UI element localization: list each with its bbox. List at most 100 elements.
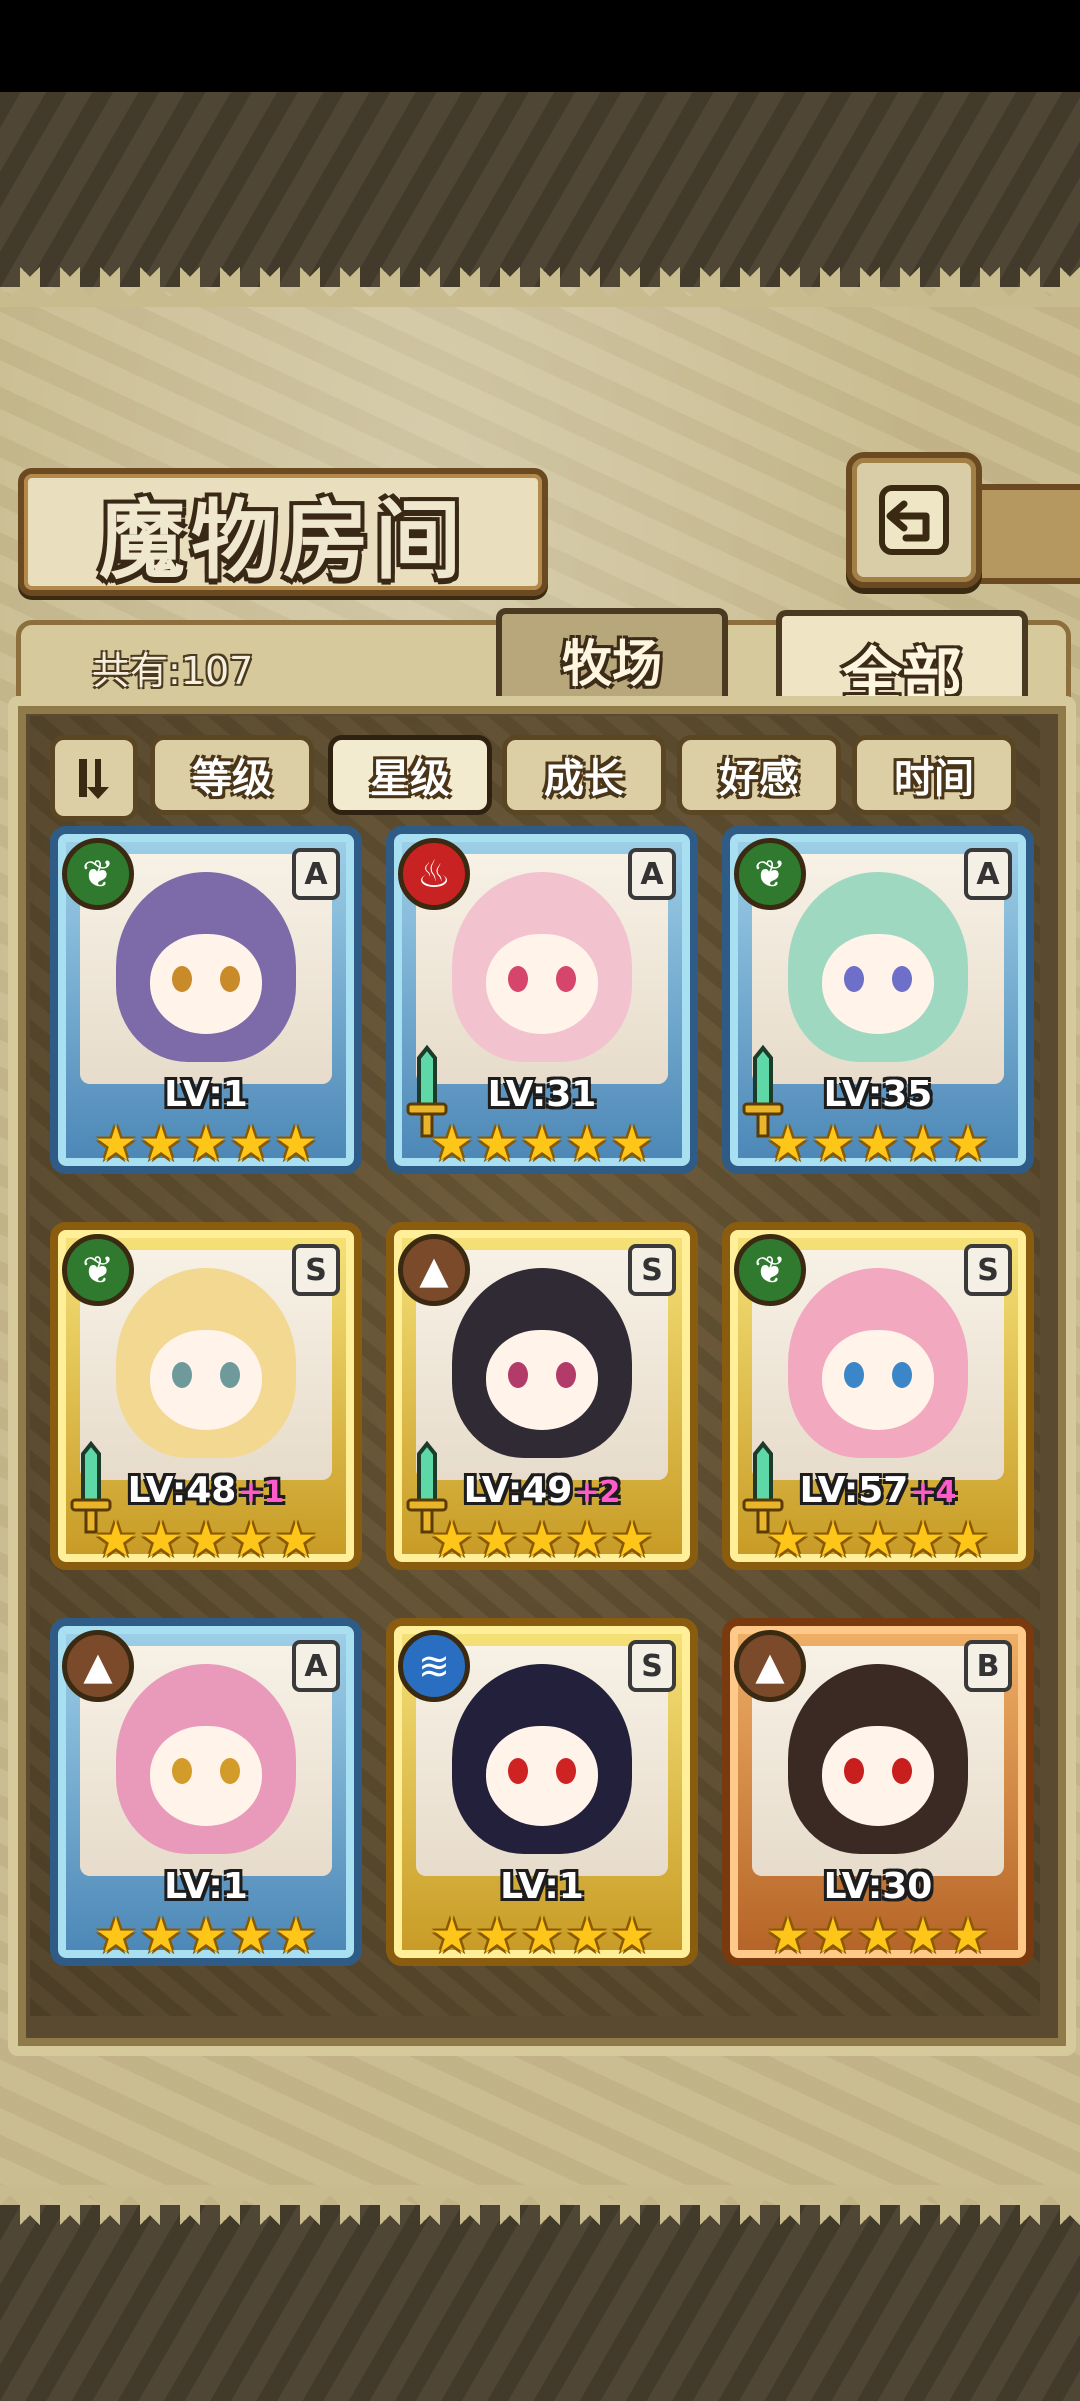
monster-eye — [220, 1758, 240, 1784]
star-rating: ★ ★ ★ ★ ★ — [430, 1512, 654, 1568]
star-rating: ★ ★ ★ ★ ★ — [430, 1116, 654, 1172]
level-label: LV:49+2 — [394, 1470, 690, 1511]
grass-element-icon: ❦ — [734, 838, 806, 910]
star-icon: ★ — [430, 1512, 474, 1568]
star-icon: ★ — [856, 1908, 900, 1964]
earth-element-icon: ▲ — [62, 1630, 134, 1702]
star-icon: ★ — [565, 1116, 609, 1172]
star-icon: ★ — [94, 1116, 138, 1172]
monster-card[interactable]: ♨ A LV:31 ★ ★ ★ ★ ★ — [386, 826, 698, 1174]
star-rating: ★ ★ ★ ★ ★ — [766, 1116, 990, 1172]
monster-face — [150, 1726, 262, 1826]
star-icon: ★ — [946, 1512, 990, 1568]
monster-face — [822, 1726, 934, 1826]
sort-affection-label: 好感 — [719, 755, 799, 802]
monster-eye — [892, 1758, 912, 1784]
level-value: LV:35 — [823, 1074, 933, 1115]
sort-level-button[interactable]: 等级 — [150, 735, 314, 815]
monster-card[interactable]: ❦ S LV:57+4 ★ ★ ★ ★ ★ — [722, 1222, 1034, 1570]
monster-eye — [220, 966, 240, 992]
level-label: LV:1 — [58, 1866, 354, 1907]
fire-element-icon: ♨ — [398, 838, 470, 910]
monster-face — [150, 934, 262, 1034]
back-button[interactable] — [846, 452, 982, 588]
monster-eye — [556, 1758, 576, 1784]
star-icon: ★ — [229, 1116, 273, 1172]
star-icon: ★ — [610, 1512, 654, 1568]
level-value: LV:49 — [463, 1470, 573, 1511]
monster-face — [486, 1726, 598, 1826]
sort-growth-label: 成长 — [544, 755, 624, 802]
level-value: LV:57 — [799, 1470, 909, 1511]
water-element-icon: ≋ — [398, 1630, 470, 1702]
sort-affection-button[interactable]: 好感 — [677, 735, 841, 815]
star-icon: ★ — [901, 1908, 945, 1964]
monster-eye — [508, 1362, 528, 1388]
rank-badge: A — [628, 848, 676, 900]
star-icon: ★ — [901, 1116, 945, 1172]
title-plate: 魔物房间 — [18, 468, 548, 596]
star-icon: ★ — [565, 1512, 609, 1568]
monster-eye — [892, 966, 912, 992]
star-icon: ★ — [94, 1512, 138, 1568]
star-icon: ★ — [229, 1908, 273, 1964]
sort-growth-button[interactable]: 成长 — [502, 735, 666, 815]
star-icon: ★ — [946, 1116, 990, 1172]
top-map-strip — [0, 92, 1080, 287]
sort-order-icon — [79, 759, 109, 799]
level-value: LV:31 — [487, 1074, 597, 1115]
star-icon: ★ — [475, 1908, 519, 1964]
sort-star-button[interactable]: 星级 — [328, 735, 492, 815]
star-icon: ★ — [184, 1908, 228, 1964]
star-icon: ★ — [139, 1512, 183, 1568]
star-icon: ★ — [430, 1908, 474, 1964]
monster-card[interactable]: ≋ S LV:1 ★ ★ ★ ★ ★ — [386, 1618, 698, 1966]
star-icon: ★ — [184, 1512, 228, 1568]
level-bonus: +2 — [574, 1475, 621, 1510]
page-title: 魔物房间 — [99, 489, 467, 591]
status-bar — [0, 0, 1080, 92]
star-rating: ★ ★ ★ ★ ★ — [766, 1908, 990, 1964]
star-icon: ★ — [610, 1116, 654, 1172]
monster-card[interactable]: ❦ A LV:35 ★ ★ ★ ★ ★ — [722, 826, 1034, 1174]
monster-card[interactable]: ▲ B LV:30 ★ ★ ★ ★ ★ — [722, 1618, 1034, 1966]
star-icon: ★ — [766, 1512, 810, 1568]
star-icon: ★ — [811, 1512, 855, 1568]
star-icon: ★ — [229, 1512, 273, 1568]
monster-count: 共有:107 — [92, 649, 254, 693]
star-icon: ★ — [139, 1908, 183, 1964]
star-icon: ★ — [856, 1116, 900, 1172]
grass-element-icon: ❦ — [62, 1234, 134, 1306]
level-label: LV:1 — [394, 1866, 690, 1907]
parchment-edge-bottom — [0, 2185, 1080, 2225]
star-icon: ★ — [139, 1116, 183, 1172]
level-value: LV:1 — [164, 1074, 248, 1115]
monster-eye — [220, 1362, 240, 1388]
star-rating: ★ ★ ★ ★ ★ — [94, 1908, 317, 1964]
star-icon: ★ — [766, 1908, 810, 1964]
grass-element-icon: ❦ — [62, 838, 134, 910]
level-label: LV:35 — [730, 1074, 1026, 1115]
monster-card[interactable]: ▲ S LV:49+2 ★ ★ ★ ★ ★ — [386, 1222, 698, 1570]
star-icon: ★ — [946, 1908, 990, 1964]
level-value: LV:30 — [823, 1866, 933, 1907]
monster-card[interactable]: ❦ A LV:1 ★ ★ ★ ★ ★ — [50, 826, 362, 1174]
sort-order-toggle[interactable] — [50, 735, 138, 821]
star-icon: ★ — [856, 1512, 900, 1568]
sort-level-label: 等级 — [192, 755, 272, 802]
star-icon: ★ — [520, 1908, 564, 1964]
sort-time-button[interactable]: 时间 — [852, 735, 1016, 815]
monster-eye — [172, 1362, 192, 1388]
rank-badge: S — [292, 1244, 340, 1296]
star-rating: ★ ★ ★ ★ ★ — [766, 1512, 990, 1568]
level-value: LV:48 — [127, 1470, 237, 1511]
monster-card[interactable]: ▲ A LV:1 ★ ★ ★ ★ ★ — [50, 1618, 362, 1966]
star-icon: ★ — [475, 1512, 519, 1568]
sort-time-label: 时间 — [894, 755, 974, 802]
star-icon: ★ — [766, 1116, 810, 1172]
star-icon: ★ — [901, 1512, 945, 1568]
star-icon: ★ — [274, 1512, 318, 1568]
monster-card[interactable]: ❦ S LV:48+1 ★ ★ ★ ★ ★ — [50, 1222, 362, 1570]
earth-element-icon: ▲ — [734, 1630, 806, 1702]
rank-badge: A — [964, 848, 1012, 900]
